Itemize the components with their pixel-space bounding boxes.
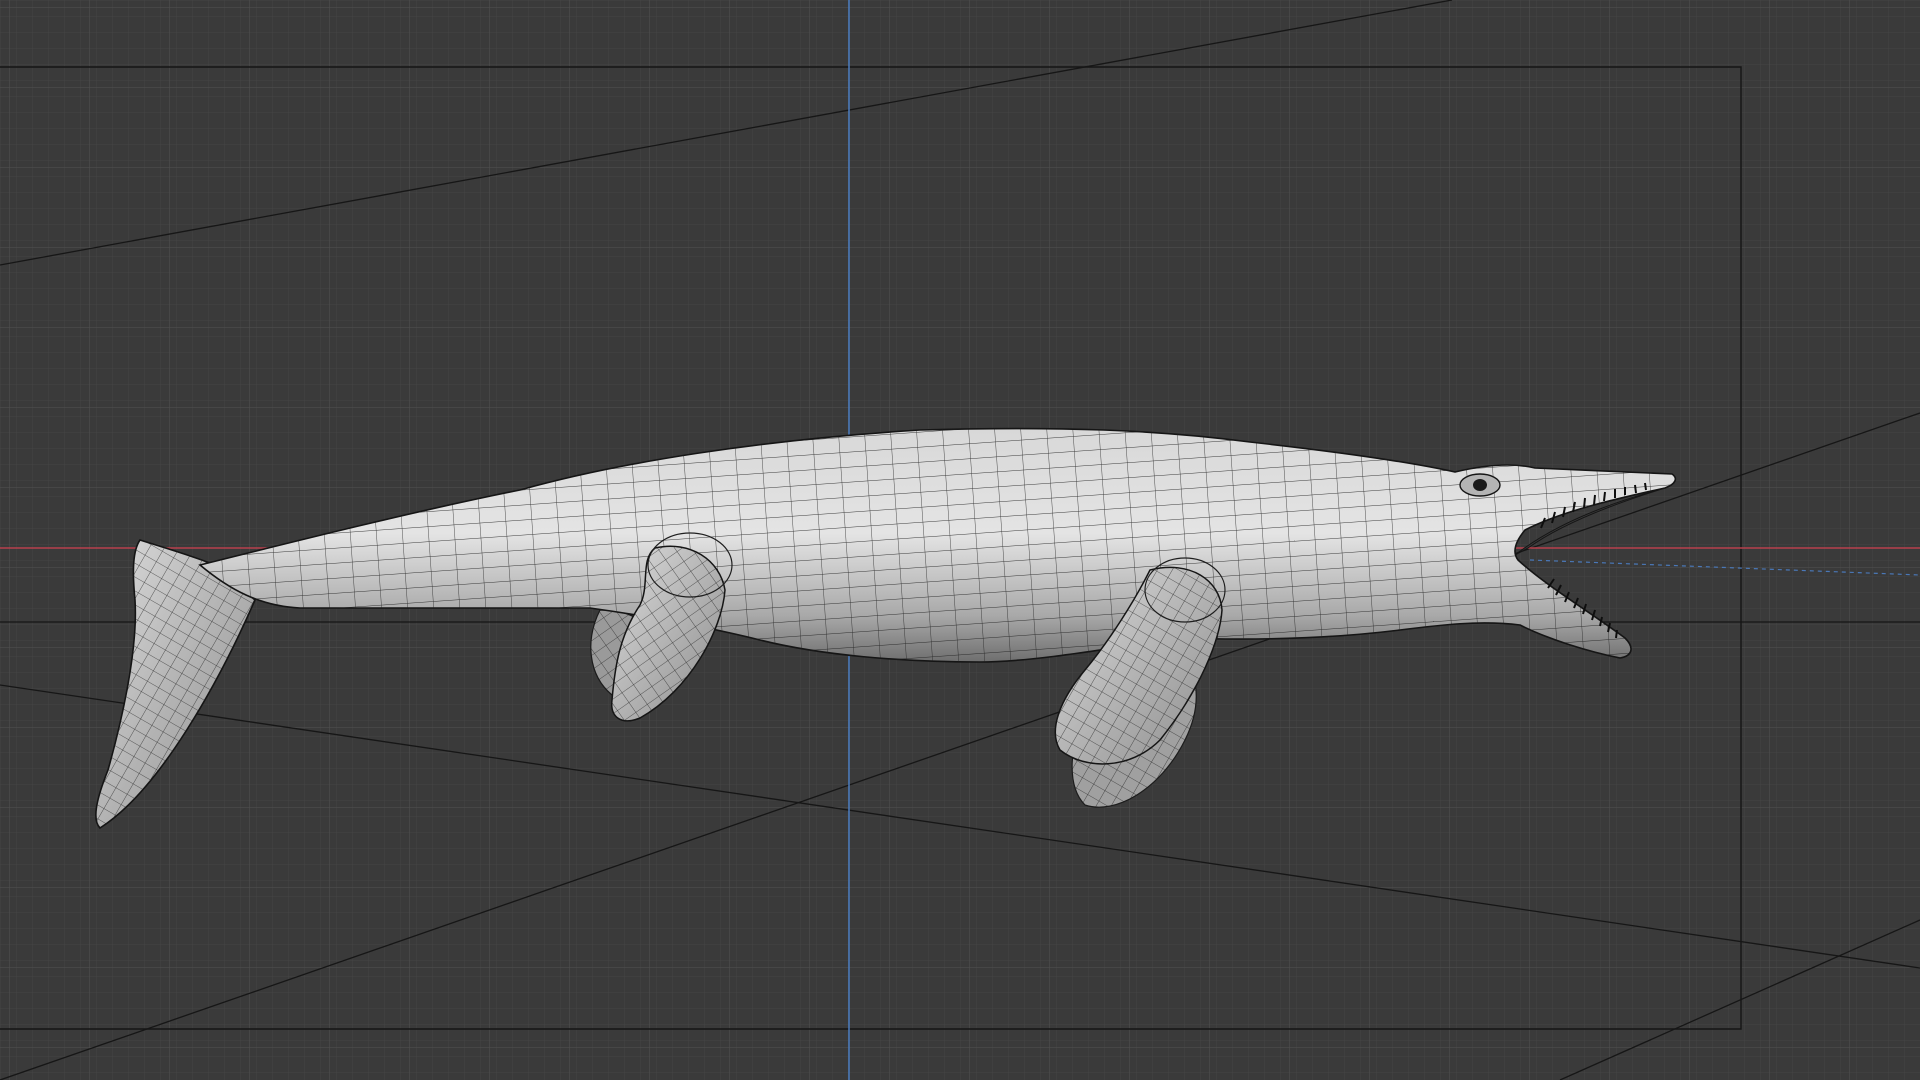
- 3d-viewport[interactable]: [0, 0, 1920, 1080]
